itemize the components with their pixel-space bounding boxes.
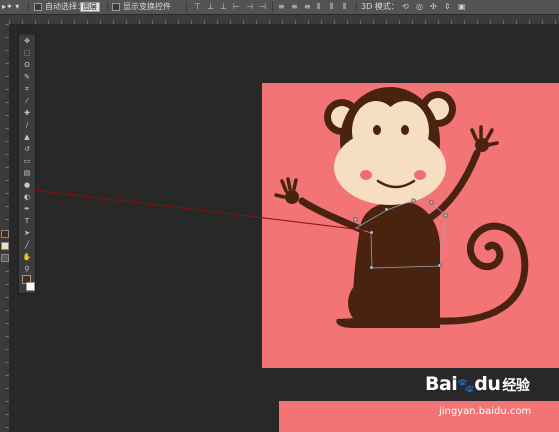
- logo-text: Bai: [425, 373, 458, 395]
- logo-text-suffix: du: [474, 373, 501, 395]
- watermark-url: jingyan.baidu.com: [439, 406, 532, 417]
- paw-icon: 🐾: [457, 378, 475, 394]
- path-guide-line: [32, 189, 372, 232]
- baidu-jingyan-logo: Bai🐾du 经验: [425, 373, 530, 395]
- logo-chinese: 经验: [502, 378, 530, 394]
- guide-line-overlay: [32, 189, 372, 232]
